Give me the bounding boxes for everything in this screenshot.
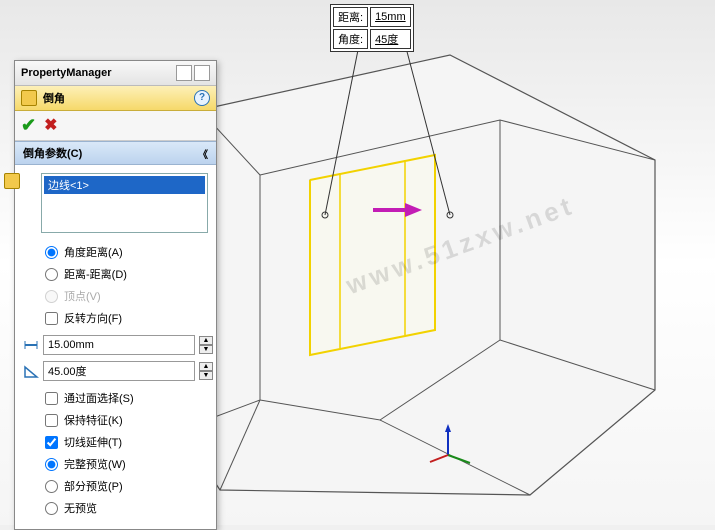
radio-distance-distance[interactable]: 距离-距离(D) — [23, 263, 208, 285]
callout-angle-label: 角度: — [333, 29, 368, 49]
help-button[interactable]: ? — [194, 90, 210, 106]
check-keep-feature-input[interactable] — [45, 414, 58, 427]
selection-list[interactable]: 边线<1> — [41, 173, 208, 233]
check-through-face[interactable]: 通过面选择(S) — [23, 387, 208, 409]
radio-angle-distance[interactable]: 角度距离(A) — [23, 241, 208, 263]
distance-spinner: ▲ ▼ — [23, 335, 208, 355]
group-header[interactable]: 倒角参数(C) 《 — [15, 141, 216, 165]
radio-no-preview-input[interactable] — [45, 502, 58, 515]
angle-up[interactable]: ▲ — [199, 362, 213, 371]
pm-pin-icon[interactable] — [176, 65, 192, 81]
distance-down[interactable]: ▼ — [199, 345, 213, 354]
check-flip-label: 反转方向(F) — [64, 310, 122, 326]
callout-angle-value[interactable]: 45度 — [370, 29, 411, 49]
check-through-face-input[interactable] — [45, 392, 58, 405]
chamfer-icon — [21, 90, 37, 106]
check-flip-input[interactable] — [45, 312, 58, 325]
angle-down[interactable]: ▼ — [199, 371, 213, 380]
angle-input[interactable] — [43, 361, 195, 381]
check-tangent-propagation[interactable]: 切线延伸(T) — [23, 431, 208, 453]
collapse-icon[interactable]: 《 — [198, 146, 208, 161]
cancel-button[interactable]: ✖ — [44, 115, 57, 136]
distance-input[interactable] — [43, 335, 195, 355]
radio-angle-distance-input[interactable] — [45, 246, 58, 259]
ok-button[interactable]: ✔ — [21, 115, 36, 136]
edge-selection-icon — [4, 173, 20, 189]
check-through-face-label: 通过面选择(S) — [64, 390, 134, 406]
radio-partial-preview[interactable]: 部分预览(P) — [23, 475, 208, 497]
radio-partial-preview-input[interactable] — [45, 480, 58, 493]
feature-name: 倒角 — [43, 90, 65, 106]
radio-distance-distance-label: 距离-距离(D) — [64, 266, 127, 282]
radio-no-preview-label: 无预览 — [64, 500, 97, 516]
radio-partial-preview-label: 部分预览(P) — [64, 478, 123, 494]
radio-full-preview-input[interactable] — [45, 458, 58, 471]
radio-vertex-input — [45, 290, 58, 303]
callout-distance-label: 距离: — [333, 7, 368, 27]
radio-vertex-label: 顶点(V) — [64, 288, 101, 304]
pm-titlebar: PropertyManager — [15, 61, 216, 86]
angle-spinner: ▲ ▼ — [23, 361, 208, 381]
angle-icon — [23, 363, 39, 379]
group-body: 边线<1> 角度距离(A) 距离-距离(D) 顶点(V) 反转方向(F) ▲ — [15, 165, 216, 529]
pm-menu-icon[interactable] — [194, 65, 210, 81]
property-manager-panel: PropertyManager 倒角 ? ✔ ✖ 倒角参数(C) 《 边线<1>… — [14, 60, 217, 530]
check-keep-feature-label: 保持特征(K) — [64, 412, 123, 428]
check-keep-feature[interactable]: 保持特征(K) — [23, 409, 208, 431]
dimension-callout[interactable]: 距离: 15mm 角度: 45度 — [330, 4, 414, 52]
feature-title-row: 倒角 ? — [15, 86, 216, 111]
radio-full-preview-label: 完整预览(W) — [64, 456, 126, 472]
radio-vertex: 顶点(V) — [23, 285, 208, 307]
radio-full-preview[interactable]: 完整预览(W) — [23, 453, 208, 475]
radio-angle-distance-label: 角度距离(A) — [64, 244, 123, 260]
radio-distance-distance-input[interactable] — [45, 268, 58, 281]
check-tangent-propagation-input[interactable] — [45, 436, 58, 449]
check-tangent-propagation-label: 切线延伸(T) — [64, 434, 122, 450]
distance-up[interactable]: ▲ — [199, 336, 213, 345]
confirm-row: ✔ ✖ — [15, 111, 216, 141]
group-title: 倒角参数(C) — [23, 145, 82, 161]
distance-icon — [23, 337, 39, 353]
selection-item[interactable]: 边线<1> — [44, 176, 205, 194]
pm-title: PropertyManager — [21, 67, 111, 79]
check-flip[interactable]: 反转方向(F) — [23, 307, 208, 329]
callout-distance-value[interactable]: 15mm — [370, 7, 411, 27]
radio-no-preview[interactable]: 无预览 — [23, 497, 208, 519]
